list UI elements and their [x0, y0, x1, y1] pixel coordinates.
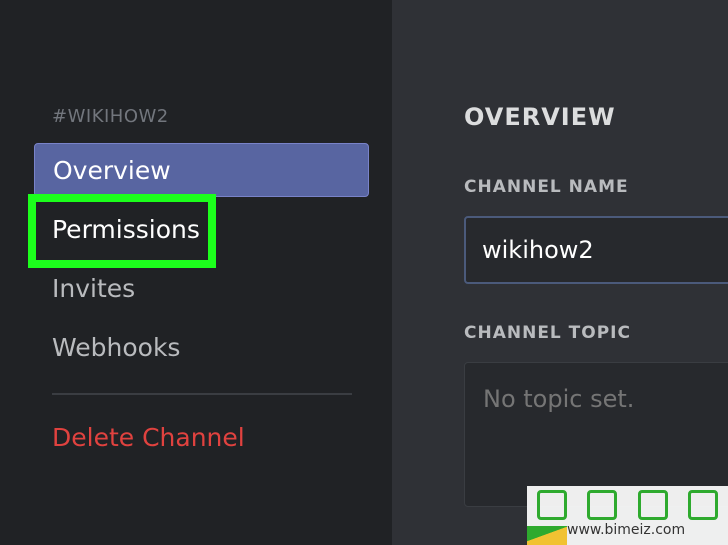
channel-name-label: CHANNEL NAME [464, 177, 629, 197]
watermark-stripe [527, 526, 567, 545]
watermark: www.bimeiz.com [527, 486, 728, 545]
settings-content: OVERVIEW CHANNEL NAME CHANNEL TOPIC [392, 0, 728, 545]
sidebar-item-webhooks[interactable]: Webhooks [34, 321, 369, 375]
delete-channel-button[interactable]: Delete Channel [34, 411, 369, 465]
watermark-glyph [587, 490, 618, 520]
settings-sidebar: #WIKIHOW2 Overview Permissions Invites W… [0, 0, 392, 545]
sidebar-item-label: Overview [53, 156, 171, 185]
delete-channel-label: Delete Channel [52, 423, 245, 452]
sidebar-item-invites[interactable]: Invites [34, 262, 369, 316]
sidebar-item-label: Webhooks [52, 333, 181, 362]
watermark-glyph [637, 490, 668, 520]
channel-settings-window: #WIKIHOW2 Overview Permissions Invites W… [0, 0, 728, 545]
watermark-logo [527, 488, 728, 522]
sidebar-item-overview[interactable]: Overview [34, 143, 369, 197]
watermark-glyph [687, 490, 718, 520]
sidebar-item-label: Invites [52, 274, 136, 303]
watermark-glyph [537, 490, 568, 520]
channel-name-header: #WIKIHOW2 [52, 106, 169, 127]
channel-name-input[interactable] [464, 216, 728, 284]
channel-topic-label: CHANNEL TOPIC [464, 323, 631, 343]
sidebar-divider [52, 393, 352, 395]
watermark-url: www.bimeiz.com [567, 522, 686, 538]
sidebar-item-label: Permissions [52, 215, 200, 244]
sidebar-item-permissions[interactable]: Permissions [52, 203, 200, 257]
page-title: OVERVIEW [464, 103, 616, 131]
